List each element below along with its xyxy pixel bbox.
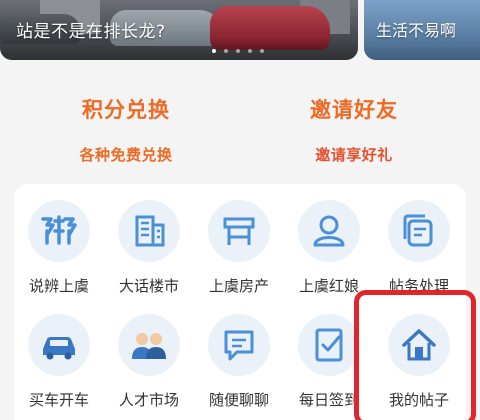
home-icon (388, 314, 450, 376)
grid-item-label: 我的帖子 (388, 391, 449, 409)
grid-item-maiche-kaiche[interactable]: 买车开车 (14, 314, 104, 410)
grid-item-label: 人才市场 (118, 391, 179, 409)
house-sale-icon (208, 200, 270, 262)
grid-item-label: 说辨上虞 (28, 277, 89, 295)
carousel-dot (224, 49, 228, 53)
promo-title: 邀请好友 (310, 98, 398, 122)
checkin-icon (298, 314, 360, 376)
carousel-dot (260, 49, 264, 53)
forum-grid-card: 说辨上虞 大话楼市 上虞房产 上虞红娘 帖务处理 买车开车 人才市场 随便聊聊 … (14, 184, 466, 420)
promo-subtitle: 各种免费兑换 (79, 146, 173, 164)
promo-subtitle: 邀请享好礼 (315, 146, 393, 164)
banner-caption: 站是不是在排长龙? (16, 22, 166, 42)
building-icon (118, 200, 180, 262)
grid-item-label: 上虞红娘 (298, 277, 359, 295)
carousel-dots (212, 49, 264, 53)
grid-item-label: 大话楼市 (118, 277, 179, 295)
chat-icon (208, 314, 270, 376)
grid-item-dahua-loushi[interactable]: 大话楼市 (104, 200, 194, 296)
grid-item-wode-tiezi[interactable]: 我的帖子 (374, 314, 464, 410)
banner-slide-main[interactable]: 站是不是在排长龙? (0, 0, 358, 60)
grid-item-label: 每日签到 (298, 391, 359, 409)
carousel-dot (236, 49, 240, 53)
carousel-dot-active (212, 49, 216, 53)
grid-item-label: 帖务处理 (388, 277, 449, 295)
grid-item-label: 上虞房产 (208, 277, 269, 295)
document-stack-icon (388, 200, 450, 262)
grid-item-suibian-liaoliao[interactable]: 随便聊聊 (194, 314, 284, 410)
banner-photo-car (210, 6, 330, 50)
car-icon (28, 314, 90, 376)
people-icon (118, 314, 180, 376)
grid-item-label: 买车开车 (28, 391, 89, 409)
banner-caption: 生活不易啊 (376, 21, 457, 40)
banner-slide-next[interactable]: 生活不易啊 (364, 0, 480, 60)
grid-item-meiri-qiandao[interactable]: 每日签到 (284, 314, 374, 410)
banner-carousel[interactable]: 站是不是在排长龙? 生活不易啊 (0, 0, 480, 62)
speech-icon (28, 200, 90, 262)
points-exchange-button[interactable]: 积分兑换 各种免费兑换 (26, 62, 226, 174)
grid-item-shuobian[interactable]: 说辨上虞 (14, 200, 104, 296)
invite-friends-button[interactable]: 邀请好友 邀请享好礼 (254, 62, 454, 174)
person-icon (298, 200, 360, 262)
grid-item-label: 随便聊聊 (208, 391, 269, 409)
grid-item-shangyu-fangchan[interactable]: 上虞房产 (194, 200, 284, 296)
carousel-dot (248, 49, 252, 53)
grid-item-shangyu-hongniang[interactable]: 上虞红娘 (284, 200, 374, 296)
grid-item-rencai-shichang[interactable]: 人才市场 (104, 314, 194, 410)
promo-row: 积分兑换 各种免费兑换 邀请好友 邀请享好礼 (0, 62, 480, 174)
grid-item-tiewu-chuli[interactable]: 帖务处理 (374, 200, 464, 296)
promo-title: 积分兑换 (82, 98, 170, 122)
